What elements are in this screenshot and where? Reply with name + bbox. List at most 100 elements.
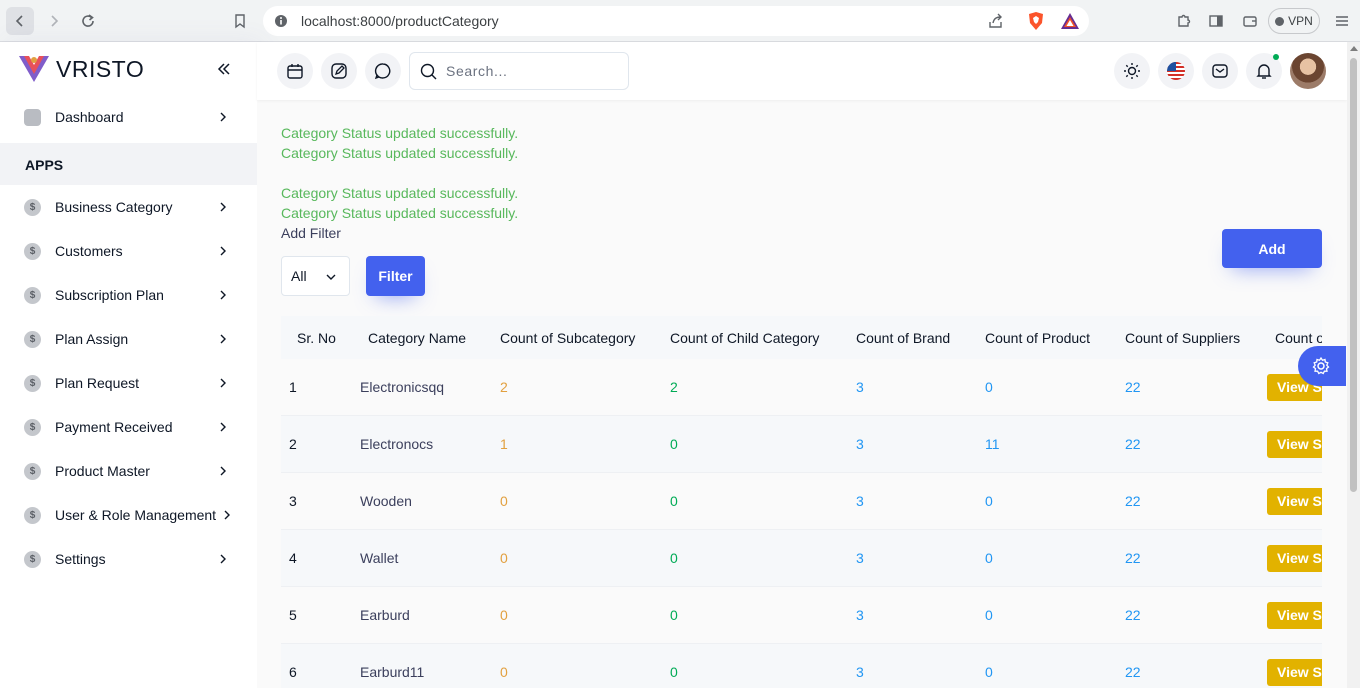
dollar-icon: $ xyxy=(24,286,41,304)
column-header: Count of Subcategory xyxy=(500,330,636,346)
calendar-button[interactable] xyxy=(277,53,313,89)
cell-product-count[interactable]: 0 xyxy=(985,664,993,680)
share-icon[interactable] xyxy=(987,12,1005,30)
cell-suppliers-count[interactable]: 22 xyxy=(1125,664,1141,680)
reload-button[interactable] xyxy=(74,7,102,35)
theme-settings-button[interactable] xyxy=(1298,346,1346,386)
cell-child-count[interactable]: 2 xyxy=(670,379,678,395)
cell-product-count[interactable]: 0 xyxy=(985,607,993,623)
wallet-button[interactable] xyxy=(1236,7,1264,35)
status-message: Category Status updated successfully. xyxy=(281,185,519,201)
sidebar-item-business-category[interactable]: $ Business Category xyxy=(0,187,257,227)
vpn-button[interactable]: VPN xyxy=(1268,8,1320,34)
cell-product-count[interactable]: 0 xyxy=(985,493,993,509)
cell-brand-count[interactable]: 3 xyxy=(856,436,864,452)
messages-button[interactable] xyxy=(1202,53,1238,89)
column-header: Count of Brand xyxy=(856,330,951,346)
column-header: Sr. No xyxy=(297,330,336,346)
chevron-right-icon xyxy=(220,554,226,564)
cell-suppliers-count[interactable]: 22 xyxy=(1125,550,1141,566)
cell-brand-count[interactable]: 3 xyxy=(856,550,864,566)
cell-suppliers-count[interactable]: 22 xyxy=(1125,607,1141,623)
dollar-icon: $ xyxy=(24,462,41,480)
cell-child-count[interactable]: 0 xyxy=(670,436,678,452)
brave-rewards-icon[interactable] xyxy=(1060,12,1080,30)
cell-brand-count[interactable]: 3 xyxy=(856,379,864,395)
reload-icon xyxy=(82,14,94,27)
cell-product-count[interactable]: 0 xyxy=(985,550,993,566)
cell-subcategory-count[interactable]: 2 xyxy=(500,379,508,395)
scroll-up-icon[interactable] xyxy=(1350,46,1358,51)
cell-child-count[interactable]: 0 xyxy=(670,664,678,680)
view-button[interactable]: View S xyxy=(1267,602,1322,629)
cell-subcategory-count[interactable]: 1 xyxy=(500,436,508,452)
user-avatar[interactable] xyxy=(1290,53,1326,89)
column-header: Category Name xyxy=(368,330,467,346)
cell-subcategory-count[interactable]: 0 xyxy=(500,493,508,509)
sidebar-item-settings[interactable]: $ Settings xyxy=(0,539,257,579)
back-button[interactable] xyxy=(6,7,34,35)
cell-subcategory-count[interactable]: 0 xyxy=(500,550,508,566)
theme-toggle-button[interactable] xyxy=(1114,53,1150,89)
cell-product-count[interactable]: 11 xyxy=(985,436,1000,452)
browser-menu-button[interactable] xyxy=(1328,7,1356,35)
search-box[interactable] xyxy=(409,52,629,90)
column-header: Count of Suppliers xyxy=(1125,330,1241,346)
puzzle-icon xyxy=(1178,14,1191,27)
collapse-sidebar-icon[interactable] xyxy=(215,60,233,78)
sidebar-item-user-role-management[interactable]: $ User & Role Management xyxy=(0,495,257,535)
sidebar-item-plan-assign[interactable]: $ Plan Assign xyxy=(0,319,257,359)
add-button[interactable]: Add xyxy=(1222,229,1322,268)
view-button[interactable]: View S xyxy=(1267,488,1322,515)
address-bar[interactable]: localhost:8000/productCategory xyxy=(263,6,1089,36)
language-button[interactable] xyxy=(1158,53,1194,89)
brand-name: VRISTO xyxy=(56,55,145,82)
wallet-icon xyxy=(1243,16,1257,27)
brand-logo[interactable]: VRISTO xyxy=(18,54,144,84)
cell-subcategory-count[interactable]: 0 xyxy=(500,664,508,680)
cell-category-name: Wallet xyxy=(360,550,399,566)
sidebar-toggle-button[interactable] xyxy=(1202,7,1230,35)
cell-child-count[interactable]: 0 xyxy=(670,607,678,623)
cell-brand-count[interactable]: 3 xyxy=(856,664,864,680)
dollar-icon: $ xyxy=(24,374,41,392)
sidebar-item-label: User & Role Management xyxy=(55,507,217,523)
cell-suppliers-count[interactable]: 22 xyxy=(1125,379,1141,395)
cell-suppliers-count[interactable]: 22 xyxy=(1125,436,1141,452)
status-message: Category Status updated successfully. xyxy=(281,205,519,221)
dollar-icon: $ xyxy=(24,242,41,260)
view-button[interactable]: View S xyxy=(1267,659,1322,686)
todo-button[interactable] xyxy=(321,53,357,89)
cell-subcategory-count[interactable]: 0 xyxy=(500,607,508,623)
main-content: Category Status updated successfully. Ca… xyxy=(257,42,1347,688)
page-scrollbar[interactable] xyxy=(1347,42,1360,688)
view-button[interactable]: View S xyxy=(1267,545,1322,572)
sidebar-item-dashboard[interactable]: Dashboard xyxy=(0,97,257,137)
cell-brand-count[interactable]: 3 xyxy=(856,607,864,623)
dollar-icon: $ xyxy=(24,506,41,524)
forward-button[interactable] xyxy=(40,7,68,35)
cell-child-count[interactable]: 0 xyxy=(670,493,678,509)
cell-product-count[interactable]: 0 xyxy=(985,379,993,395)
status-filter-select[interactable]: All xyxy=(281,256,350,296)
notifications-button[interactable] xyxy=(1246,53,1282,89)
sidebar-item-payment-received[interactable]: $ Payment Received xyxy=(0,407,257,447)
search-icon xyxy=(420,63,437,80)
site-info-icon[interactable] xyxy=(274,14,288,28)
view-button[interactable]: View S xyxy=(1267,431,1322,458)
bookmark-button[interactable] xyxy=(226,7,254,35)
search-input[interactable] xyxy=(446,61,621,81)
filter-button[interactable]: Filter xyxy=(366,256,425,296)
extensions-button[interactable] xyxy=(1170,7,1198,35)
scrollbar-thumb[interactable] xyxy=(1350,58,1357,492)
cell-child-count[interactable]: 0 xyxy=(670,550,678,566)
sidebar-item-product-master[interactable]: $ Product Master xyxy=(0,451,257,491)
sidebar-item-customers[interactable]: $ Customers xyxy=(0,231,257,271)
cell-brand-count[interactable]: 3 xyxy=(856,493,864,509)
cell-suppliers-count[interactable]: 22 xyxy=(1125,493,1141,509)
chat-button[interactable] xyxy=(365,53,401,89)
brave-shield-icon[interactable] xyxy=(1027,11,1045,31)
sidebar-item-plan-request[interactable]: $ Plan Request xyxy=(0,363,257,403)
edit-icon xyxy=(331,63,347,79)
sidebar-item-subscription-plan[interactable]: $ Subscription Plan xyxy=(0,275,257,315)
